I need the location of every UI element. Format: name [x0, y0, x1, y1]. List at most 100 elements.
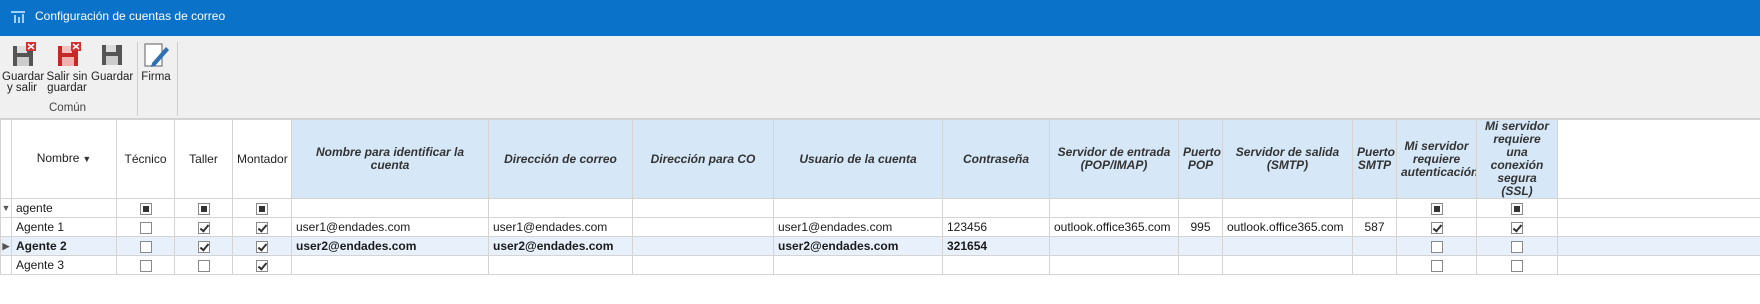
filter-cell-nombre[interactable]: agente [11, 198, 117, 218]
filter-cell-taller[interactable] [174, 198, 233, 218]
column-header-usuario[interactable]: Usuario de la cuenta [773, 119, 943, 199]
save-button[interactable]: Guardar [91, 41, 133, 101]
cell-taller[interactable] [174, 255, 233, 275]
checkbox[interactable] [256, 240, 268, 253]
exit-without-save-button[interactable]: Salir sin guardar [45, 41, 89, 101]
table-row[interactable]: Agente 1 user1@endades.com user1@endades.c… [0, 217, 1760, 237]
column-header-montador[interactable]: Montador [232, 119, 292, 199]
filter-cell[interactable] [1049, 198, 1179, 218]
filter-cell-tecnico[interactable] [116, 198, 175, 218]
checkbox[interactable] [197, 259, 210, 272]
cell-entrada[interactable] [1049, 236, 1179, 256]
column-header-tecnico[interactable]: Técnico [116, 119, 175, 199]
cell-contrasena[interactable]: 321654 [942, 236, 1050, 256]
cell-montador[interactable] [232, 236, 292, 256]
checkbox[interactable] [1430, 259, 1443, 272]
save-and-exit-button[interactable]: Guardar y salir [2, 41, 44, 101]
cell-correo[interactable]: user2@endades.com [488, 236, 633, 256]
cell-tecnico[interactable] [116, 255, 175, 275]
cell-pop[interactable] [1178, 236, 1223, 256]
cell-smtp[interactable]: 587 [1352, 217, 1397, 237]
column-header-taller[interactable]: Taller [174, 119, 233, 199]
cell-contrasena[interactable]: 123456 [942, 217, 1050, 237]
cell-co[interactable] [632, 236, 774, 256]
cell-taller[interactable] [174, 236, 233, 256]
filter-cell[interactable] [1352, 198, 1397, 218]
checkbox[interactable] [1511, 240, 1523, 253]
cell-pop[interactable]: 995 [1178, 217, 1223, 237]
cell-salida[interactable] [1222, 255, 1353, 275]
cell-smtp[interactable] [1352, 255, 1397, 275]
filter-cell[interactable] [773, 198, 943, 218]
cell-ssl[interactable] [1476, 217, 1558, 237]
cell-correo[interactable] [488, 255, 633, 275]
table-row[interactable]: ▶ Agente 2 user2@endades.com user2@endades.… [0, 236, 1760, 256]
checkbox[interactable] [1430, 240, 1443, 253]
cell-tecnico[interactable] [116, 236, 175, 256]
column-header-ssl[interactable]: Mi servidor requiere una conexión segura… [1476, 119, 1558, 199]
checkbox[interactable] [256, 221, 268, 234]
cell-entrada[interactable] [1049, 255, 1179, 275]
checkbox[interactable] [139, 202, 152, 215]
checkbox[interactable] [197, 240, 210, 253]
filter-cell[interactable] [1222, 198, 1353, 218]
cell-correo[interactable]: user1@endades.com [488, 217, 633, 237]
cell-tecnico[interactable] [116, 217, 175, 237]
cell-auth[interactable] [1396, 236, 1477, 256]
checkbox[interactable] [1511, 202, 1523, 215]
cell-nombre[interactable]: Agente 1 [11, 217, 117, 237]
cell-nombre[interactable]: Agente 2 [11, 236, 117, 256]
filter-cell[interactable] [942, 198, 1050, 218]
cell-salida[interactable]: outlook.office365.com [1222, 217, 1353, 237]
cell-auth[interactable] [1396, 255, 1477, 275]
column-header-direccion-correo[interactable]: Dirección de correo [488, 119, 633, 199]
filter-cell[interactable] [1178, 198, 1223, 218]
cell-montador[interactable] [232, 255, 292, 275]
table-row[interactable]: Agente 3 [0, 255, 1760, 275]
cell-usuario[interactable]: user1@endades.com [773, 217, 943, 237]
checkbox[interactable] [139, 259, 152, 272]
cell-pop[interactable] [1178, 255, 1223, 275]
filter-cell[interactable] [291, 198, 489, 218]
checkbox[interactable] [1430, 221, 1443, 234]
checkbox[interactable] [1511, 221, 1523, 234]
column-header-autenticacion[interactable]: Mi servidor requiere autenticación [1396, 119, 1477, 199]
checkbox[interactable] [197, 221, 210, 234]
filter-icon[interactable]: ▼ [82, 154, 91, 164]
column-header-servidor-entrada[interactable]: Servidor de entrada (POP/IMAP) [1049, 119, 1179, 199]
column-header-nombre-cuenta[interactable]: Nombre para identificar la cuenta [291, 119, 489, 199]
column-header-puerto-smtp[interactable]: Puerto SMTP [1352, 119, 1397, 199]
cell-entrada[interactable]: outlook.office365.com [1049, 217, 1179, 237]
checkbox[interactable] [256, 202, 268, 215]
column-header-puerto-pop[interactable]: Puerto POP [1178, 119, 1223, 199]
cell-smtp[interactable] [1352, 236, 1397, 256]
cell-cuenta[interactable]: user1@endades.com [291, 217, 489, 237]
filter-cell[interactable] [488, 198, 633, 218]
checkbox[interactable] [197, 202, 210, 215]
cell-ssl[interactable] [1476, 255, 1558, 275]
cell-salida[interactable] [1222, 236, 1353, 256]
checkbox[interactable] [1430, 202, 1443, 215]
cell-cuenta[interactable]: user2@endades.com [291, 236, 489, 256]
cell-co[interactable] [632, 217, 774, 237]
signature-button[interactable]: Firma [140, 41, 172, 101]
column-header-direccion-co[interactable]: Dirección para CO [632, 119, 774, 199]
cell-cuenta[interactable] [291, 255, 489, 275]
checkbox[interactable] [1511, 259, 1523, 272]
column-header-contrasena[interactable]: Contraseña [942, 119, 1050, 199]
checkbox[interactable] [256, 259, 268, 272]
checkbox[interactable] [139, 240, 152, 253]
filter-cell-ssl[interactable] [1476, 198, 1558, 218]
checkbox[interactable] [139, 221, 152, 234]
cell-auth[interactable] [1396, 217, 1477, 237]
column-header-servidor-salida[interactable]: Servidor de salida (SMTP) [1222, 119, 1353, 199]
cell-montador[interactable] [232, 217, 292, 237]
filter-cell[interactable] [632, 198, 774, 218]
cell-ssl[interactable] [1476, 236, 1558, 256]
column-header-nombre[interactable]: Nombre ▼ [11, 119, 117, 199]
cell-nombre[interactable]: Agente 3 [11, 255, 117, 275]
cell-taller[interactable] [174, 217, 233, 237]
filter-cell-montador[interactable] [232, 198, 292, 218]
cell-co[interactable] [632, 255, 774, 275]
cell-contrasena[interactable] [942, 255, 1050, 275]
